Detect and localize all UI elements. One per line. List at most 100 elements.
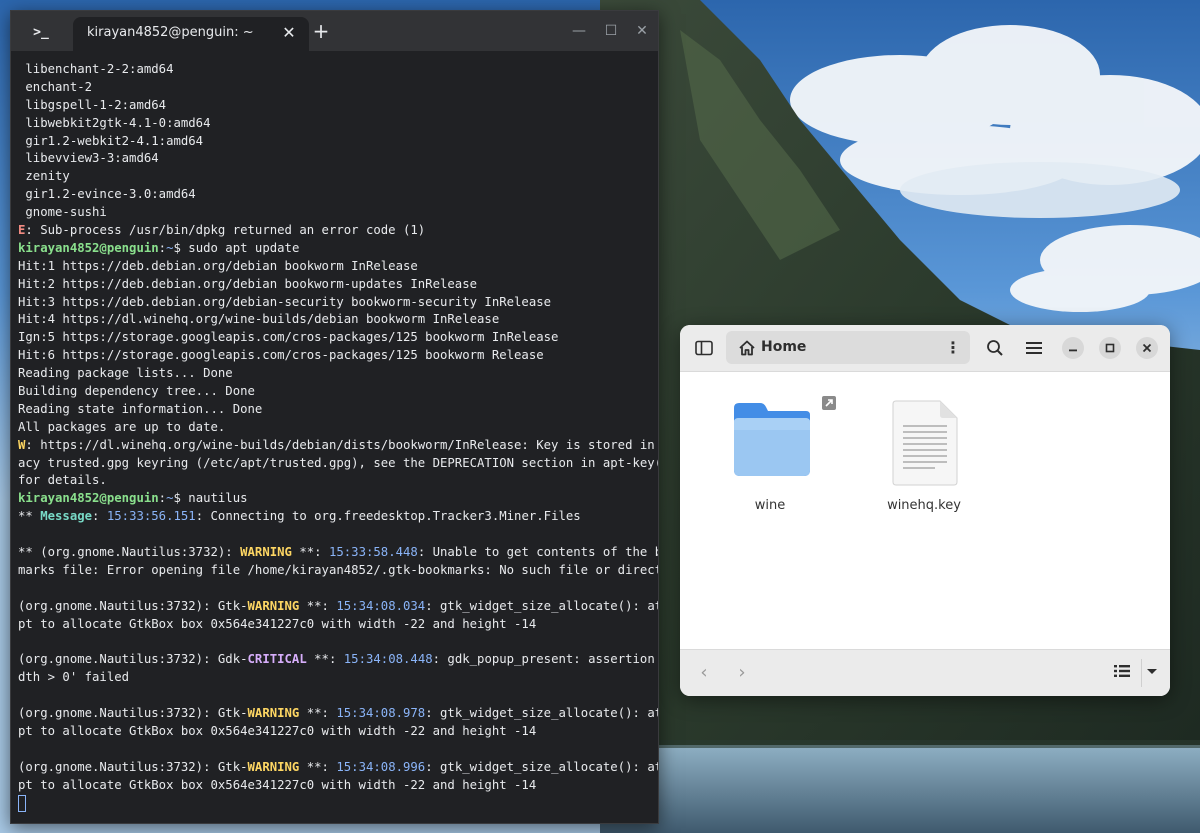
terminal-text-segment: : Connecting to org.freedesktop.Tracker3… (195, 509, 581, 524)
terminal-text-segment: gnome-sushi (18, 205, 107, 220)
terminal-text-segment: : gtk_widget_size_allocate(): attem (425, 759, 658, 774)
terminal-text-segment: (org.gnome.Nautilus:3732): Gdk- (18, 652, 248, 667)
terminal-text-segment: CRITICAL (247, 652, 307, 667)
terminal-text-segment: Hit:1 https://deb.debian.org/debian book… (18, 258, 418, 273)
terminal-text-segment: (org.gnome.Nautilus:3732): Gtk- (18, 598, 248, 613)
terminal-text-segment: marks file: Error opening file /home/kir… (18, 562, 658, 577)
terminal-line: pt to allocate GtkBox box 0x564e341227c0… (18, 777, 658, 795)
terminal-output[interactable]: libenchant-2-2:amd64 enchant-2 libgspell… (11, 51, 658, 823)
location-pathbar[interactable]: Home ⋮ (726, 331, 970, 364)
terminal-text-segment: Hit:3 https://deb.debian.org/debian-secu… (18, 294, 552, 309)
terminal-text-segment: Reading package lists... Done (18, 366, 233, 381)
terminal-text-segment: **: (299, 759, 337, 774)
terminal-text-segment: libenchant-2-2:amd64 (18, 62, 174, 76)
view-options-dropdown[interactable] (1145, 663, 1165, 683)
terminal-line: for details. (18, 472, 658, 490)
list-view-icon (1114, 665, 1130, 677)
terminal-text-segment: kirayan4852@penguin (18, 240, 159, 255)
terminal-text-segment: WARNING (247, 706, 300, 721)
file-item-winehq-key[interactable]: winehq.key (874, 392, 974, 522)
list-view-button[interactable] (1114, 663, 1134, 683)
terminal-text-segment: 15:34:08.978 (336, 706, 426, 721)
terminal-text-segment: Ign:5 https://storage.googleapis.com/cro… (18, 330, 559, 345)
terminal-titlebar[interactable]: >_ kirayan4852@penguin: ~ ✕ + — ☐ ✕ (11, 11, 658, 51)
terminal-text-segment: WARNING (240, 545, 292, 560)
terminal-text-segment: **: (299, 706, 337, 721)
terminal-text-segment: 15:34:08.448 (343, 652, 433, 667)
terminal-text-segment: WARNING (247, 598, 300, 613)
file-grid[interactable]: wine winehq.key (680, 372, 1170, 650)
terminal-text-segment: 15:33:58.448 (328, 545, 418, 560)
terminal-text-segment: : (92, 509, 107, 524)
text-file-icon (892, 400, 958, 486)
new-tab-icon[interactable]: + (311, 21, 331, 41)
terminal-text-segment: enchant-2 (18, 79, 93, 94)
terminal-text-segment: libevview3-3:amd64 (18, 151, 159, 166)
minimize-button[interactable] (1062, 337, 1084, 359)
terminal-window: >_ kirayan4852@penguin: ~ ✕ + — ☐ ✕ libe… (10, 10, 659, 824)
terminal-cursor-line (18, 794, 658, 813)
terminal-text-segment: $ nautilus (173, 491, 248, 506)
terminal-tab[interactable]: kirayan4852@penguin: ~ ✕ (73, 17, 309, 51)
terminal-line: pt to allocate GtkBox box 0x564e341227c0… (18, 616, 658, 634)
terminal-text-segment: kirayan4852@penguin (18, 491, 159, 506)
terminal-text-segment: (org.gnome.Nautilus:3732): Gtk- (18, 706, 248, 721)
terminal-line: Ign:5 https://storage.googleapis.com/cro… (18, 329, 658, 347)
terminal-text-segment: (org.gnome.Nautilus:3732): Gtk- (18, 759, 248, 774)
close-button[interactable] (1136, 337, 1158, 359)
close-window-icon[interactable]: ✕ (632, 21, 652, 41)
terminal-text-segment: Building dependency tree... Done (18, 384, 255, 399)
path-menu-icon[interactable]: ⋮ (944, 338, 962, 358)
terminal-app-icon[interactable]: >_ (23, 19, 59, 45)
terminal-text-segment: acy trusted.gpg keyring (/etc/apt/truste… (18, 455, 658, 470)
file-item-wine[interactable]: wine (720, 392, 836, 522)
main-menu-button[interactable] (1022, 336, 1046, 360)
terminal-text-segment: **: (299, 598, 337, 613)
tab-close-icon[interactable]: ✕ (279, 23, 299, 43)
terminal-line: gir1.2-evince-3.0:amd64 (18, 186, 658, 204)
terminal-text-segment: : (158, 491, 167, 506)
terminal-text-segment: gir1.2-evince-3.0:amd64 (18, 187, 196, 202)
terminal-line: Hit:3 https://deb.debian.org/debian-secu… (18, 294, 658, 312)
terminal-text-segment: $ sudo apt update (173, 240, 300, 255)
terminal-line: kirayan4852@penguin:~$ sudo apt update (18, 240, 658, 258)
terminal-line: marks file: Error opening file /home/kir… (18, 562, 658, 580)
terminal-text-segment: 15:34:08.996 (336, 759, 426, 774)
file-name-winehq-key: winehq.key (887, 498, 961, 513)
back-button[interactable]: ‹ (694, 663, 714, 683)
terminal-tab-title: kirayan4852@penguin: ~ (87, 25, 254, 40)
terminal-text-segment: : gtk_widget_size_allocate(): attem (425, 706, 658, 721)
search-button[interactable] (983, 336, 1007, 360)
files-footer: ‹ › (680, 649, 1170, 696)
terminal-text-segment: : (158, 240, 167, 255)
terminal-text-segment: 15:34:08.034 (336, 598, 426, 613)
terminal-line: Reading package lists... Done (18, 365, 658, 383)
terminal-line: libenchant-2-2:amd64 (18, 61, 658, 79)
maximize-button[interactable] (1099, 337, 1121, 359)
terminal-line: Reading state information... Done (18, 401, 658, 419)
search-icon (987, 340, 1003, 356)
terminal-line: (org.gnome.Nautilus:3732): Gdk-CRITICAL … (18, 651, 658, 669)
terminal-line: Hit:4 https://dl.winehq.org/wine-builds/… (18, 311, 658, 329)
minimize-icon[interactable]: — (569, 21, 589, 41)
terminal-text-segment: pt to allocate GtkBox box 0x564e341227c0… (18, 723, 537, 738)
terminal-line: libevview3-3:amd64 (18, 150, 658, 168)
terminal-text-segment: **: (291, 545, 329, 560)
terminal-line: (org.gnome.Nautilus:3732): Gtk-WARNING *… (18, 705, 658, 723)
maximize-icon (1105, 343, 1115, 353)
terminal-line: All packages are up to date. (18, 419, 658, 437)
terminal-text-segment: ** (org.gnome.Nautilus:3732): (18, 545, 241, 560)
forward-button[interactable]: › (732, 663, 752, 683)
sidebar-toggle-button[interactable] (692, 336, 716, 360)
maximize-icon[interactable]: ☐ (601, 21, 621, 41)
terminal-text-segment: Message (40, 509, 93, 524)
terminal-line: ** Message: 15:33:56.151: Connecting to … (18, 508, 658, 526)
terminal-line: ** (org.gnome.Nautilus:3732): WARNING **… (18, 544, 658, 562)
terminal-text-segment: WARNING (247, 759, 300, 774)
files-window: Home ⋮ wine winehq.key ‹ › (680, 325, 1170, 696)
files-headerbar: Home ⋮ (680, 325, 1170, 372)
terminal-line: Building dependency tree... Done (18, 383, 658, 401)
